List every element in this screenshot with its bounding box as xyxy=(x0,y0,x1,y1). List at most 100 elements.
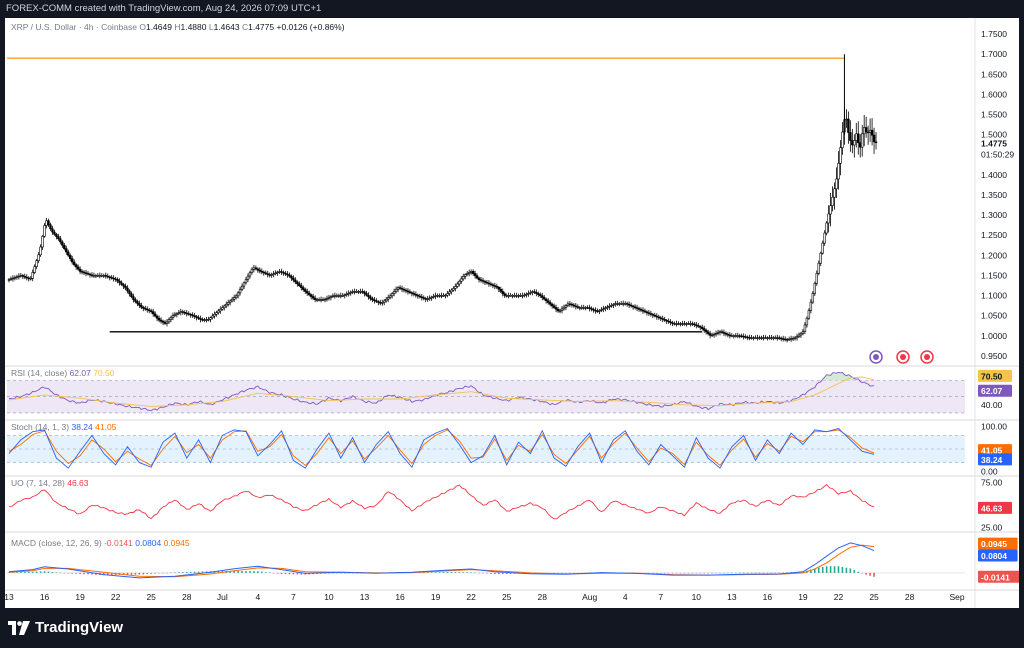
candle-389 xyxy=(776,334,779,341)
macd-legend-part-1: -0.0141 xyxy=(104,538,135,548)
candle-233 xyxy=(467,269,471,277)
macd-hist-bar-178 xyxy=(711,572,713,574)
candle-28 xyxy=(63,243,66,251)
candle-70 xyxy=(146,306,149,313)
candle-355 xyxy=(708,330,712,339)
candle-body-312 xyxy=(623,303,627,305)
candle-body-289 xyxy=(578,307,581,309)
candle-body-251 xyxy=(503,293,506,296)
candle-309 xyxy=(618,301,621,307)
macd-hist-bar-68 xyxy=(276,572,279,574)
macd-hist-bar-175 xyxy=(699,572,702,574)
candle-body-431 xyxy=(859,142,862,148)
candle-body-192 xyxy=(386,297,390,300)
macd-hist-bar-65 xyxy=(264,572,267,573)
macd-hist-bar-83 xyxy=(336,572,338,574)
candle-296 xyxy=(592,307,595,313)
macd-hist-bar-9 xyxy=(43,571,46,573)
candle-body-46 xyxy=(98,275,102,277)
candle-body-409 xyxy=(815,272,818,284)
candle-body-44 xyxy=(94,275,98,277)
countdown-value: 01:50:29 xyxy=(981,150,1014,160)
candle-body-244 xyxy=(489,283,493,286)
candle-body-16 xyxy=(39,246,42,256)
candle-402 xyxy=(801,328,805,336)
price-legend-part-8: 1.4775 xyxy=(248,22,276,32)
candle-289 xyxy=(578,305,581,311)
candle-body-70 xyxy=(146,308,149,311)
candle-body-257 xyxy=(515,295,518,297)
candle-176 xyxy=(355,289,358,294)
candle-297 xyxy=(594,307,597,314)
candle-body-400 xyxy=(797,334,801,337)
macd-pane xyxy=(7,542,965,579)
macd-legend-part-0: MACD (close, 12, 26, 9) xyxy=(11,538,104,548)
candle-body-249 xyxy=(499,288,502,292)
candle-body-366 xyxy=(730,335,734,337)
x-tick-label-16: Aug xyxy=(582,592,597,602)
candle-387 xyxy=(772,335,775,341)
candle-243 xyxy=(487,280,491,287)
price-legend: XRP / U.S. Dollar · 4h · Coinbase O1.464… xyxy=(11,22,345,32)
candle-body-104 xyxy=(213,314,216,317)
candle-body-313 xyxy=(625,303,629,305)
candle-90 xyxy=(185,310,188,317)
candle-body-243 xyxy=(487,282,491,285)
macd-legend-part-3: 0.0945 xyxy=(164,538,190,548)
brand-logo[interactable]: TradingView xyxy=(8,619,123,636)
candle-400 xyxy=(797,332,801,339)
macd-hist-bar-170 xyxy=(679,572,682,574)
candle-body-288 xyxy=(576,306,580,308)
price-tick-label-6: 1.2500 xyxy=(981,230,1007,240)
candle-body-61 xyxy=(128,290,131,295)
candle-358 xyxy=(714,330,718,337)
price-legend-part-2: 1.4649 xyxy=(146,22,174,32)
candle-body-33 xyxy=(72,261,76,266)
uo-value-label: 46.63 xyxy=(978,501,1012,514)
candle-24 xyxy=(55,232,58,240)
macd-hist-bar-116 xyxy=(466,572,468,573)
chart-canvas[interactable]: 13 16 19 22 25 28 Jul 4 7 10 13 16 19 22 25 28 Aug 4 7 10 13… xyxy=(5,18,1019,608)
candle-283 xyxy=(566,301,570,308)
candle-body-162 xyxy=(327,297,331,299)
candle-body-119 xyxy=(242,282,246,287)
candle-body-360 xyxy=(718,331,722,333)
candle-body-137 xyxy=(278,271,281,273)
candle-body-281 xyxy=(562,306,566,310)
candle-406 xyxy=(809,299,813,314)
candle-260 xyxy=(521,292,524,299)
candle-415 xyxy=(827,205,830,233)
macd-hist-bar-61 xyxy=(249,571,251,573)
candle-body-227 xyxy=(456,283,459,287)
candle-136 xyxy=(276,270,279,276)
chart-panel[interactable]: 13 16 19 22 25 28 Jul 4 7 10 13 16 19 22 25 28 Aug 4 7 10 13… xyxy=(5,18,1019,608)
candle-31 xyxy=(69,253,72,262)
macd-hist-bar-205 xyxy=(817,567,820,573)
price-tick-label-12: 1.5500 xyxy=(981,110,1007,120)
x-tick-label-1: 16 xyxy=(40,592,50,602)
candle-184 xyxy=(371,296,374,303)
candle-367 xyxy=(732,334,736,339)
candle-body-49 xyxy=(104,275,107,277)
candle-body-347 xyxy=(693,323,696,326)
candle-27 xyxy=(61,240,64,248)
macd-hist-bar-15 xyxy=(67,572,70,574)
candle-body-307 xyxy=(614,303,617,305)
candle-60 xyxy=(126,285,129,294)
candle-250 xyxy=(501,288,504,297)
macd-hist-bar-169 xyxy=(675,572,678,574)
candle-body-273 xyxy=(546,300,550,303)
macd-hist-bar-219 xyxy=(873,572,875,577)
candle-270 xyxy=(541,292,544,301)
candle-13 xyxy=(33,264,36,275)
candle-body-174 xyxy=(351,291,354,293)
candle-body-220 xyxy=(442,295,445,297)
candle-16 xyxy=(39,244,42,257)
candle-body-84 xyxy=(173,314,177,316)
candle-body-398 xyxy=(793,337,797,339)
candle-body-316 xyxy=(631,305,635,308)
macd-hist-bar-168 xyxy=(671,572,674,574)
candle-306 xyxy=(612,302,615,309)
candle-257 xyxy=(515,292,518,298)
candle-109 xyxy=(223,304,226,311)
